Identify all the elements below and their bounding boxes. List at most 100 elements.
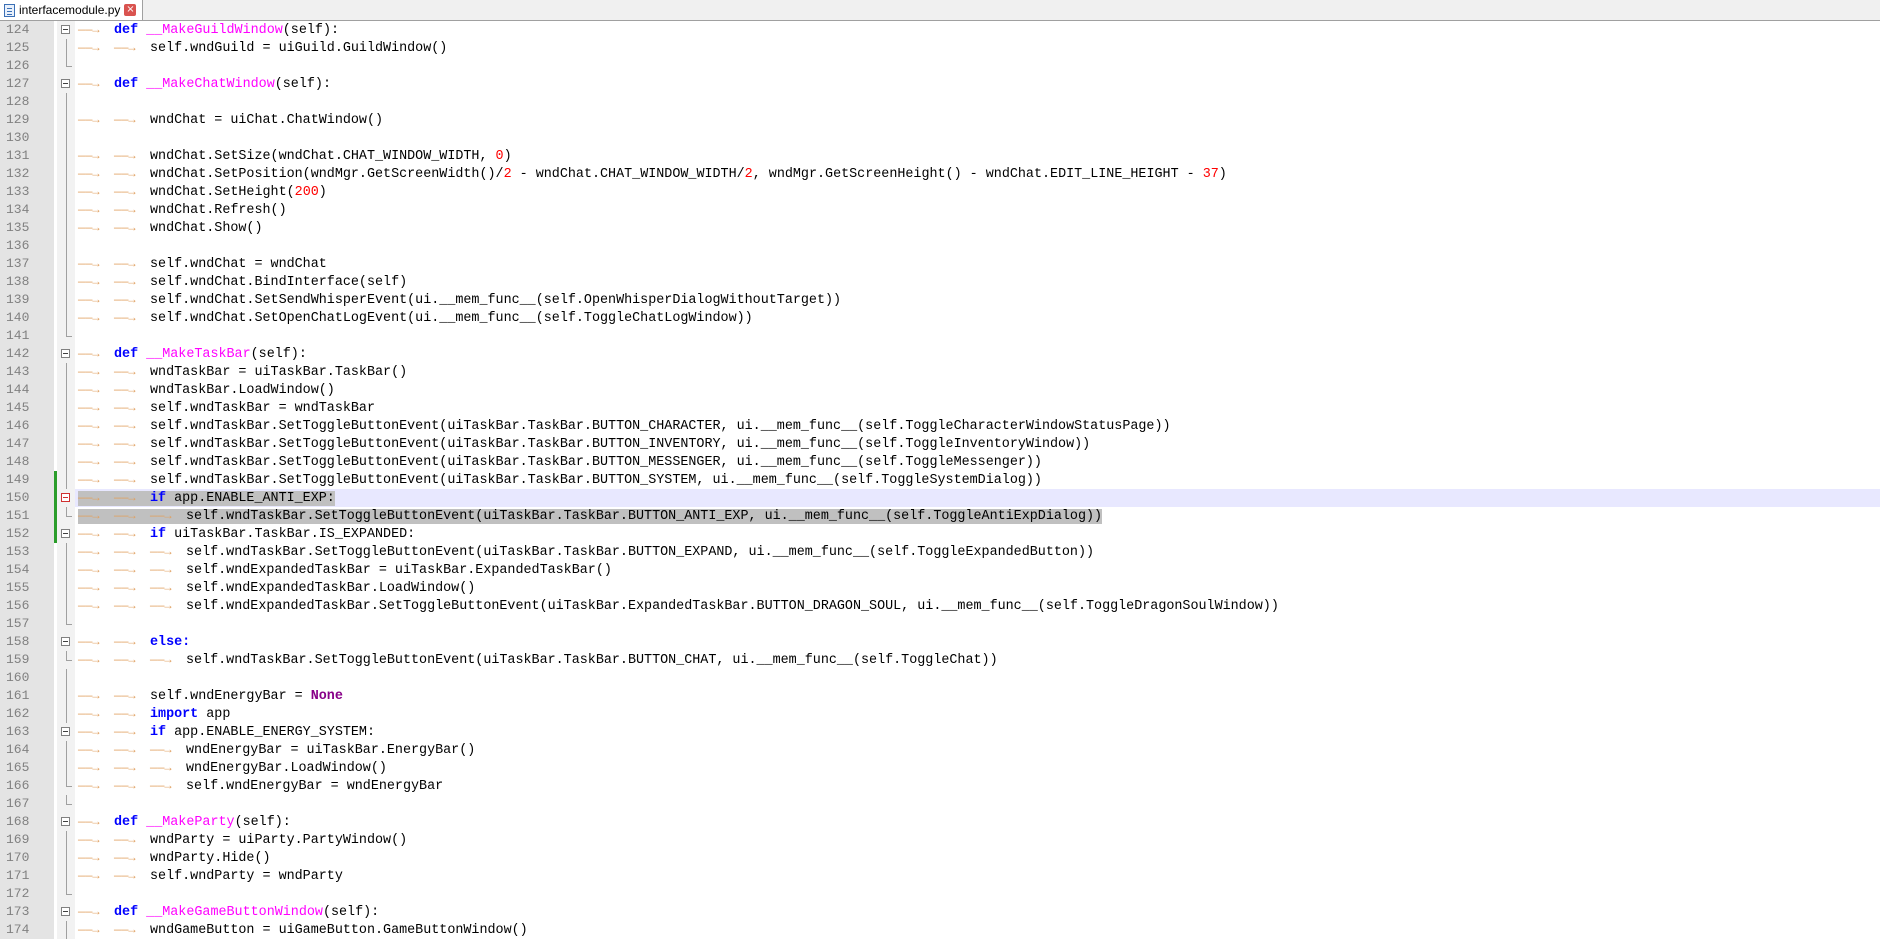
fold-collapse-icon[interactable] xyxy=(61,25,70,34)
code-line[interactable]: 129 ——→ ——→ wndChat = uiChat.ChatWindow() xyxy=(0,111,1880,129)
fold-margin xyxy=(57,579,75,597)
fold-end-marker xyxy=(66,507,72,517)
code-line[interactable]: 152 ——→ ——→ if uiTaskBar.TaskBar.IS_EXPANDE… xyxy=(0,525,1880,543)
python-file-icon xyxy=(4,3,15,17)
code-line[interactable]: 132 ——→ ——→ wndChat.SetPosition(wndMgr.GetS… xyxy=(0,165,1880,183)
tab-interfacemodule[interactable]: interfacemodule.py × xyxy=(0,0,144,20)
code-text: ——→ ——→ ——→ self.wndExpandedTaskBar.LoadWin… xyxy=(78,579,475,597)
tab-arrow: ——→ xyxy=(78,815,100,829)
fold-margin xyxy=(57,687,75,705)
code-text: ——→ ——→ else: xyxy=(78,633,190,651)
code-line[interactable]: 125 ——→ ——→ self.wndGuild = uiGuild.GuildWi… xyxy=(0,39,1880,57)
fold-guide xyxy=(66,849,67,867)
code-line[interactable]: 162 ——→ ——→ import app xyxy=(0,705,1880,723)
code-line[interactable]: 144 ——→ ——→ wndTaskBar.LoadWindow() xyxy=(0,381,1880,399)
fold-guide xyxy=(66,201,67,219)
code-line[interactable]: 151 ——→ ——→ ——→ self.wndTaskBar.SetToggleBut… xyxy=(0,507,1880,525)
fold-collapse-icon[interactable] xyxy=(61,637,70,646)
code-line[interactable]: 133 ——→ ——→ wndChat.SetHeight(200) xyxy=(0,183,1880,201)
code-token: def xyxy=(114,815,139,830)
line-number: 127 xyxy=(0,75,54,93)
code-line[interactable]: 156 ——→ ——→ ——→ self.wndExpandedTaskBar.SetT… xyxy=(0,597,1880,615)
tab-arrow: ——→ xyxy=(114,563,136,577)
fold-collapse-icon[interactable] xyxy=(61,529,70,538)
line-number: 141 xyxy=(0,327,54,345)
code-line[interactable]: 127 ——→ def __MakeChatWindow(self): xyxy=(0,75,1880,93)
code-line[interactable]: 165 ——→ ——→ ——→ wndEnergyBar.LoadWindow() xyxy=(0,759,1880,777)
code-line[interactable]: 161 ——→ ——→ self.wndEnergyBar = None xyxy=(0,687,1880,705)
code-line[interactable]: 158 ——→ ——→ else: xyxy=(0,633,1880,651)
code-token: self.wndEnergyBar = wndEnergyBar xyxy=(186,779,444,794)
fold-guide xyxy=(66,561,67,579)
fold-guide xyxy=(66,417,67,435)
line-number: 126 xyxy=(0,57,54,75)
code-line[interactable]: 163 ——→ ——→ if app.ENABLE_ENERGY_SYSTEM: xyxy=(0,723,1880,741)
fold-collapse-icon[interactable] xyxy=(61,907,70,916)
code-line[interactable]: 167 xyxy=(0,795,1880,813)
fold-collapse-icon[interactable] xyxy=(61,727,70,736)
code-line[interactable]: 148 ——→ ——→ self.wndTaskBar.SetToggleButton… xyxy=(0,453,1880,471)
line-number: 133 xyxy=(0,183,54,201)
code-line[interactable]: 147 ——→ ——→ self.wndTaskBar.SetToggleButton… xyxy=(0,435,1880,453)
code-text: ——→ ——→ wndChat = uiChat.ChatWindow() xyxy=(78,111,383,129)
code-line[interactable]: 172 xyxy=(0,885,1880,903)
code-line[interactable]: 168 ——→ def __MakeParty(self): xyxy=(0,813,1880,831)
code-text: ——→ ——→ self.wndChat = wndChat xyxy=(78,255,327,273)
code-line[interactable]: 145 ——→ ——→ self.wndTaskBar = wndTaskBar xyxy=(0,399,1880,417)
code-token: def xyxy=(114,905,139,920)
code-line[interactable]: 143 ——→ ——→ wndTaskBar = uiTaskBar.TaskBar(… xyxy=(0,363,1880,381)
line-number: 148 xyxy=(0,453,54,471)
code-line[interactable]: 124 ——→ def __MakeGuildWindow(self): xyxy=(0,21,1880,39)
code-content: ——→ ——→ wndChat.SetSize(wndChat.CHAT_WINDO… xyxy=(78,149,512,164)
fold-collapse-icon[interactable] xyxy=(61,349,70,358)
code-line[interactable]: 140 ——→ ——→ self.wndChat.SetOpenChatLogEven… xyxy=(0,309,1880,327)
close-tab-icon[interactable]: × xyxy=(124,4,137,16)
fold-margin xyxy=(57,75,75,93)
code-line[interactable]: 174 ——→ ——→ wndGameButton = uiGameButton.Ga… xyxy=(0,921,1880,939)
code-editor[interactable]: 124 ——→ def __MakeGuildWindow(self): 125 ——→… xyxy=(0,21,1880,943)
code-token: wndGameButton = uiGameButton.GameButtonW… xyxy=(150,923,528,938)
code-line[interactable]: 154 ——→ ——→ ——→ self.wndExpandedTaskBar = ui… xyxy=(0,561,1880,579)
code-line[interactable]: 139 ——→ ——→ self.wndChat.SetSendWhisperEven… xyxy=(0,291,1880,309)
code-line[interactable]: 126 xyxy=(0,57,1880,75)
code-line[interactable]: 130 xyxy=(0,129,1880,147)
code-line[interactable]: 164 ——→ ——→ ——→ wndEnergyBar = uiTaskBar.Ene… xyxy=(0,741,1880,759)
tab-arrow: ——→ xyxy=(78,527,100,541)
fold-collapse-icon[interactable] xyxy=(61,493,70,502)
code-line[interactable]: 141 xyxy=(0,327,1880,345)
code-line[interactable]: 137 ——→ ——→ self.wndChat = wndChat xyxy=(0,255,1880,273)
code-line[interactable]: 134 ——→ ——→ wndChat.Refresh() xyxy=(0,201,1880,219)
code-line[interactable]: 136 xyxy=(0,237,1880,255)
code-line[interactable]: 149 ——→ ——→ self.wndTaskBar.SetToggleButton… xyxy=(0,471,1880,489)
code-content: ——→ def __MakeTaskBar(self): xyxy=(78,347,307,362)
code-line[interactable]: 169 ——→ ——→ wndParty = uiParty.PartyWindow(… xyxy=(0,831,1880,849)
code-content: ——→ ——→ self.wndChat.SetSendWhisperEvent(u… xyxy=(78,293,841,308)
fold-collapse-icon[interactable] xyxy=(61,817,70,826)
tab-arrow: ——→ xyxy=(114,275,136,289)
fold-margin xyxy=(57,777,75,795)
tab-arrow: ——→ xyxy=(78,851,100,865)
code-line[interactable]: 157 xyxy=(0,615,1880,633)
code-line[interactable]: 173 ——→ def __MakeGameButtonWindow(self): xyxy=(0,903,1880,921)
code-line[interactable]: 171 ——→ ——→ self.wndParty = wndParty xyxy=(0,867,1880,885)
code-line[interactable]: 170 ——→ ——→ wndParty.Hide() xyxy=(0,849,1880,867)
fold-guide xyxy=(66,129,67,147)
code-line[interactable]: 159 ——→ ——→ ——→ self.wndTaskBar.SetToggleBut… xyxy=(0,651,1880,669)
fold-margin xyxy=(57,165,75,183)
code-line[interactable]: 138 ——→ ——→ self.wndChat.BindInterface(self… xyxy=(0,273,1880,291)
code-text: ——→ ——→ import app xyxy=(78,705,230,723)
code-line[interactable]: 135 ——→ ——→ wndChat.Show() xyxy=(0,219,1880,237)
fold-margin xyxy=(57,39,75,57)
code-line[interactable]: 160 xyxy=(0,669,1880,687)
code-line[interactable]: 155 ——→ ——→ ——→ self.wndExpandedTaskBar.Load… xyxy=(0,579,1880,597)
code-token: self.wndExpandedTaskBar = uiTaskBar.Expa… xyxy=(186,563,612,578)
code-line[interactable]: 166 ——→ ——→ ——→ self.wndEnergyBar = wndEnerg… xyxy=(0,777,1880,795)
code-line[interactable]: 142 ——→ def __MakeTaskBar(self): xyxy=(0,345,1880,363)
code-line[interactable]: 128 xyxy=(0,93,1880,111)
code-line[interactable]: 146 ——→ ——→ self.wndTaskBar.SetToggleButton… xyxy=(0,417,1880,435)
code-line[interactable]: 153 ——→ ——→ ——→ self.wndTaskBar.SetToggleBut… xyxy=(0,543,1880,561)
code-line[interactable]: 131 ——→ ——→ wndChat.SetSize(wndChat.CHAT_WI… xyxy=(0,147,1880,165)
code-line[interactable]: 150 ——→ ——→ if app.ENABLE_ANTI_EXP: xyxy=(0,489,1880,507)
fold-collapse-icon[interactable] xyxy=(61,79,70,88)
